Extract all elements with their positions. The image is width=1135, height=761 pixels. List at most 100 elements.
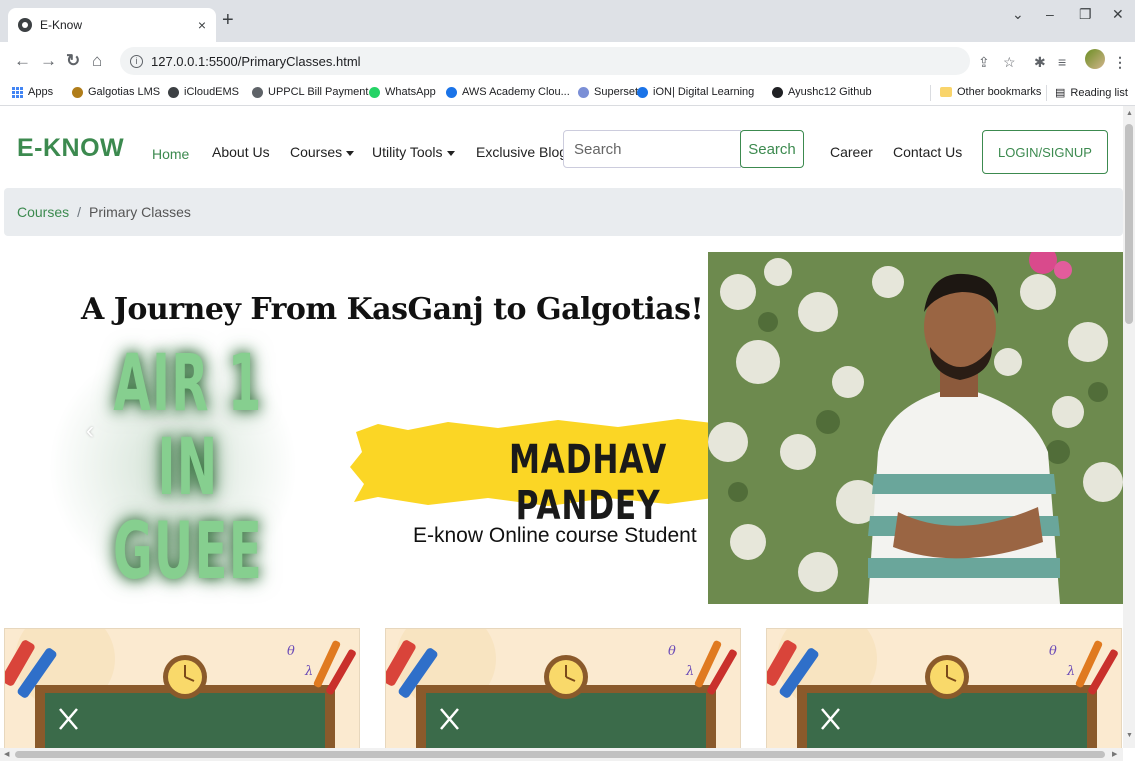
nav-blogs[interactable]: Exclusive Blogs	[476, 144, 574, 160]
search-button[interactable]: Search	[740, 130, 804, 168]
svg-text:θ: θ	[1049, 644, 1057, 659]
svg-text:λ: λ	[304, 664, 313, 679]
bookmark-label: Galgotias LMS	[88, 86, 161, 98]
course-card[interactable]: θ λ	[766, 628, 1122, 748]
web-page: E-KNOW Home About Us Courses Utility Too…	[0, 106, 1123, 748]
bookmark-superset[interactable]: Superset	[578, 86, 638, 98]
nav-courses-dropdown[interactable]: Courses	[290, 144, 355, 160]
bookmark-star-icon[interactable]: ☆	[1003, 54, 1016, 71]
bookmark-label: Apps	[28, 86, 54, 98]
hero-subtitle: E-know Online course Student	[413, 524, 697, 547]
nav-utility-label: Utility Tools	[372, 144, 443, 160]
site-favicon-icon	[18, 18, 32, 32]
new-tab-button[interactable]: +	[222, 9, 234, 32]
ion-icon	[637, 86, 648, 98]
minimize-icon[interactable]: –	[1046, 6, 1054, 22]
bookmark-whatsapp[interactable]: WhatsApp	[369, 86, 436, 98]
bookmark-uppcl[interactable]: UPPCL Bill Payment	[252, 86, 368, 98]
restore-icon[interactable]: ❐	[1079, 6, 1092, 23]
reading-mode-icon[interactable]: ≡	[1058, 54, 1066, 70]
site-brand[interactable]: E-KNOW	[17, 134, 124, 163]
superset-icon	[578, 86, 589, 98]
scroll-left-arrow[interactable]: ◀	[4, 750, 9, 758]
bookmark-label: iCloudEMS	[184, 86, 240, 98]
svg-text:λ: λ	[1066, 664, 1075, 679]
hscrollbar-thumb[interactable]	[15, 751, 1105, 758]
reload-icon[interactable]: ↻	[66, 51, 80, 71]
bookmark-label: AWS Academy Clou...	[462, 86, 570, 98]
scroll-right-arrow[interactable]: ▶	[1112, 750, 1117, 758]
icloudems-icon	[168, 86, 179, 98]
uppcl-icon	[252, 86, 263, 98]
bookmark-separator	[930, 85, 931, 101]
home-icon[interactable]: ⌂	[92, 51, 102, 71]
site-navbar: E-KNOW Home About Us Courses Utility Too…	[0, 106, 1123, 186]
bookmark-label: UPPCL Bill Payment	[268, 86, 369, 98]
nav-about[interactable]: About Us	[212, 144, 270, 160]
browser-tab-strip: E-Know × + ⌄ – ❐ ✕	[0, 0, 1135, 42]
bookmark-label: Ayushc12 Github	[788, 86, 872, 98]
login-signup-button[interactable]: LOGIN/SIGNUP	[982, 130, 1108, 174]
extensions-icon[interactable]: ✱	[1034, 54, 1046, 71]
bookmark-label: WhatsApp	[385, 86, 436, 98]
share-icon[interactable]: ⇪	[978, 54, 990, 71]
bookmark-separator	[1046, 85, 1047, 101]
rank-line-1: AIR 1	[113, 339, 263, 429]
site-info-icon[interactable]: i	[130, 54, 143, 68]
bookmark-ion[interactable]: iON| Digital Learning	[637, 86, 754, 98]
other-bookmarks-label: Other bookmarks	[957, 86, 1042, 98]
carousel-prev-icon[interactable]: ‹	[86, 417, 94, 445]
nav-utility-dropdown[interactable]: Utility Tools	[372, 144, 455, 160]
scrollbar-thumb[interactable]	[1125, 124, 1133, 324]
bookmark-aws[interactable]: AWS Academy Clou...	[446, 86, 570, 98]
breadcrumb-courses-link[interactable]: Courses	[17, 204, 69, 220]
profile-avatar[interactable]	[1085, 49, 1105, 69]
course-card[interactable]: θ λ	[385, 628, 741, 748]
nav-contact[interactable]: Contact Us	[893, 144, 962, 160]
back-icon[interactable]: ←	[14, 51, 31, 71]
bookmark-github[interactable]: Ayushc12 Github	[772, 86, 872, 98]
bookmark-icloudems[interactable]: iCloudEMS	[168, 86, 239, 98]
search-input[interactable]	[563, 130, 741, 168]
bookmark-apps[interactable]: Apps	[12, 86, 53, 98]
forward-icon[interactable]: →	[40, 51, 57, 71]
tab-search-chevron-icon[interactable]: ⌄	[1012, 6, 1024, 23]
address-bar[interactable]: i 127.0.0.1:5500/PrimaryClasses.html	[120, 47, 970, 75]
window-close-icon[interactable]: ✕	[1112, 6, 1124, 23]
bookmark-galgotias[interactable]: Galgotias LMS	[72, 86, 160, 98]
course-card-image: θ λ	[5, 629, 359, 748]
folder-icon	[940, 87, 952, 97]
other-bookmarks[interactable]: Other bookmarks	[940, 86, 1041, 98]
reading-list-label: Reading list	[1070, 86, 1128, 99]
vertical-scrollbar[interactable]: ▲ ▼	[1123, 106, 1135, 748]
caret-down-icon	[346, 150, 355, 156]
browser-toolbar: ← → ↻ ⌂ i 127.0.0.1:5500/PrimaryClasses.…	[0, 42, 1135, 80]
reading-list[interactable]: ▤ Reading list	[1055, 86, 1128, 100]
nav-career[interactable]: Career	[830, 144, 873, 160]
url-text: 127.0.0.1:5500/PrimaryClasses.html	[151, 53, 361, 69]
whatsapp-icon	[369, 86, 380, 98]
nav-home[interactable]: Home	[152, 146, 189, 162]
student-photo	[708, 252, 1123, 604]
galgotias-icon	[72, 86, 83, 98]
course-card[interactable]: θ λ	[4, 628, 360, 748]
scroll-up-arrow[interactable]: ▲	[1126, 110, 1133, 117]
caret-down-icon	[446, 150, 455, 156]
aws-icon	[446, 86, 457, 98]
scroll-down-arrow[interactable]: ▼	[1126, 732, 1133, 739]
svg-text:λ: λ	[685, 664, 694, 679]
rank-badge-text: AIR 1 IN GUEE	[111, 342, 266, 594]
breadcrumb-current: Primary Classes	[89, 204, 191, 220]
horizontal-scrollbar[interactable]: ◀ ▶	[0, 748, 1123, 761]
browser-tab[interactable]: E-Know ×	[8, 8, 216, 42]
apps-grid-icon	[12, 86, 23, 98]
tab-close-icon[interactable]: ×	[198, 17, 206, 33]
nav-courses-label: Courses	[290, 144, 343, 160]
breadcrumb: Courses / Primary Classes	[4, 188, 1123, 236]
hero-title: A Journey From KasGanj to Galgotias!	[81, 292, 704, 327]
student-name: MADHAV PANDEY	[508, 437, 668, 529]
bookmark-label: iON| Digital Learning	[653, 86, 755, 98]
reading-list-icon: ▤	[1055, 87, 1066, 99]
hero-carousel: A Journey From KasGanj to Galgotias! AIR…	[8, 252, 1123, 604]
menu-kebab-icon[interactable]: ⋮	[1113, 54, 1127, 71]
